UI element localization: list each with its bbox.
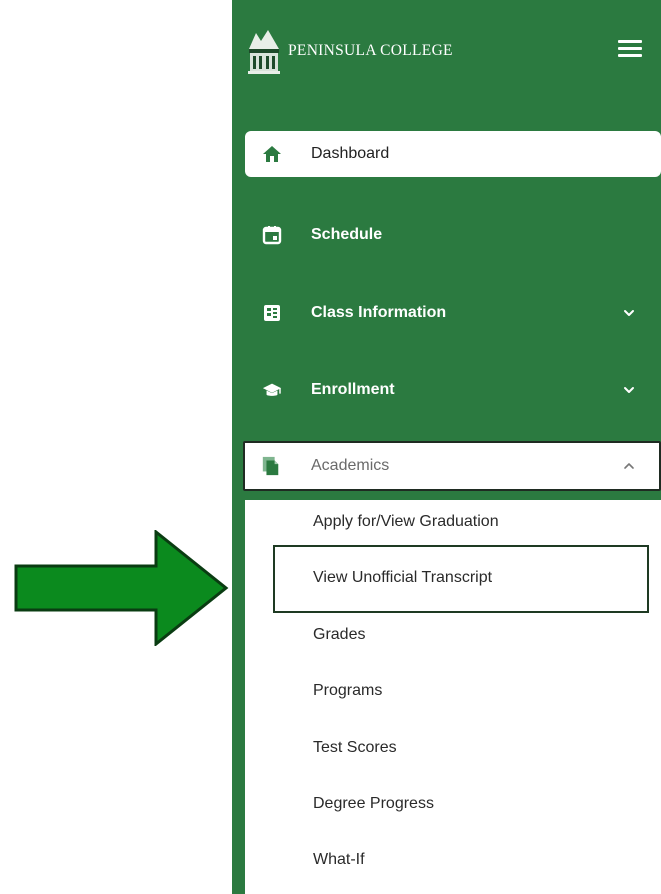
sidebar-item-schedule[interactable]: Schedule: [245, 212, 661, 258]
submenu-item-test-scores[interactable]: Test Scores: [313, 739, 397, 757]
chevron-down-icon[interactable]: [622, 383, 636, 397]
calendar-icon: [262, 225, 282, 245]
submenu-item-programs[interactable]: Programs: [313, 682, 382, 700]
sidebar-nav: PENINSULA COLLEGE Dashboard Schedule Cla…: [232, 0, 661, 894]
submenu-item-what-if[interactable]: What-If: [313, 851, 365, 869]
documents-icon: [261, 456, 281, 476]
sidebar-item-enrollment[interactable]: Enrollment: [245, 367, 661, 413]
sidebar-item-academics[interactable]: Academics: [243, 441, 661, 491]
chevron-down-icon[interactable]: [622, 306, 636, 320]
brand-name: PENINSULA COLLEGE: [288, 42, 453, 59]
home-icon: [262, 144, 282, 164]
submenu-item-degree-progress[interactable]: Degree Progress: [313, 795, 434, 813]
page: PENINSULA COLLEGE Dashboard Schedule Cla…: [0, 0, 661, 894]
graduation-cap-icon: [262, 380, 282, 400]
sidebar-item-label: Class Information: [311, 304, 447, 321]
brand[interactable]: PENINSULA COLLEGE: [246, 25, 453, 77]
submenu-item-unofficial-transcript[interactable]: View Unofficial Transcript: [313, 569, 492, 587]
sidebar-item-label: Enrollment: [311, 381, 395, 398]
submenu-item-apply-graduation[interactable]: Apply for/View Graduation: [313, 513, 499, 531]
academics-submenu: Apply for/View Graduation View Unofficia…: [245, 500, 661, 894]
submenu-item-grades[interactable]: Grades: [313, 626, 365, 644]
sidebar-item-label: Academics: [311, 457, 390, 474]
sidebar-item-label: Schedule: [311, 226, 383, 243]
sidebar-item-dashboard[interactable]: Dashboard: [245, 131, 661, 177]
sidebar-item-class-information[interactable]: Class Information: [245, 290, 661, 336]
sidebar-item-label: Dashboard: [311, 145, 390, 162]
pointer-arrow-icon: [14, 530, 229, 646]
class-info-icon: [262, 303, 282, 323]
college-building-logo: [246, 27, 282, 75]
chevron-up-icon[interactable]: [622, 459, 636, 473]
hamburger-icon[interactable]: [618, 40, 642, 58]
